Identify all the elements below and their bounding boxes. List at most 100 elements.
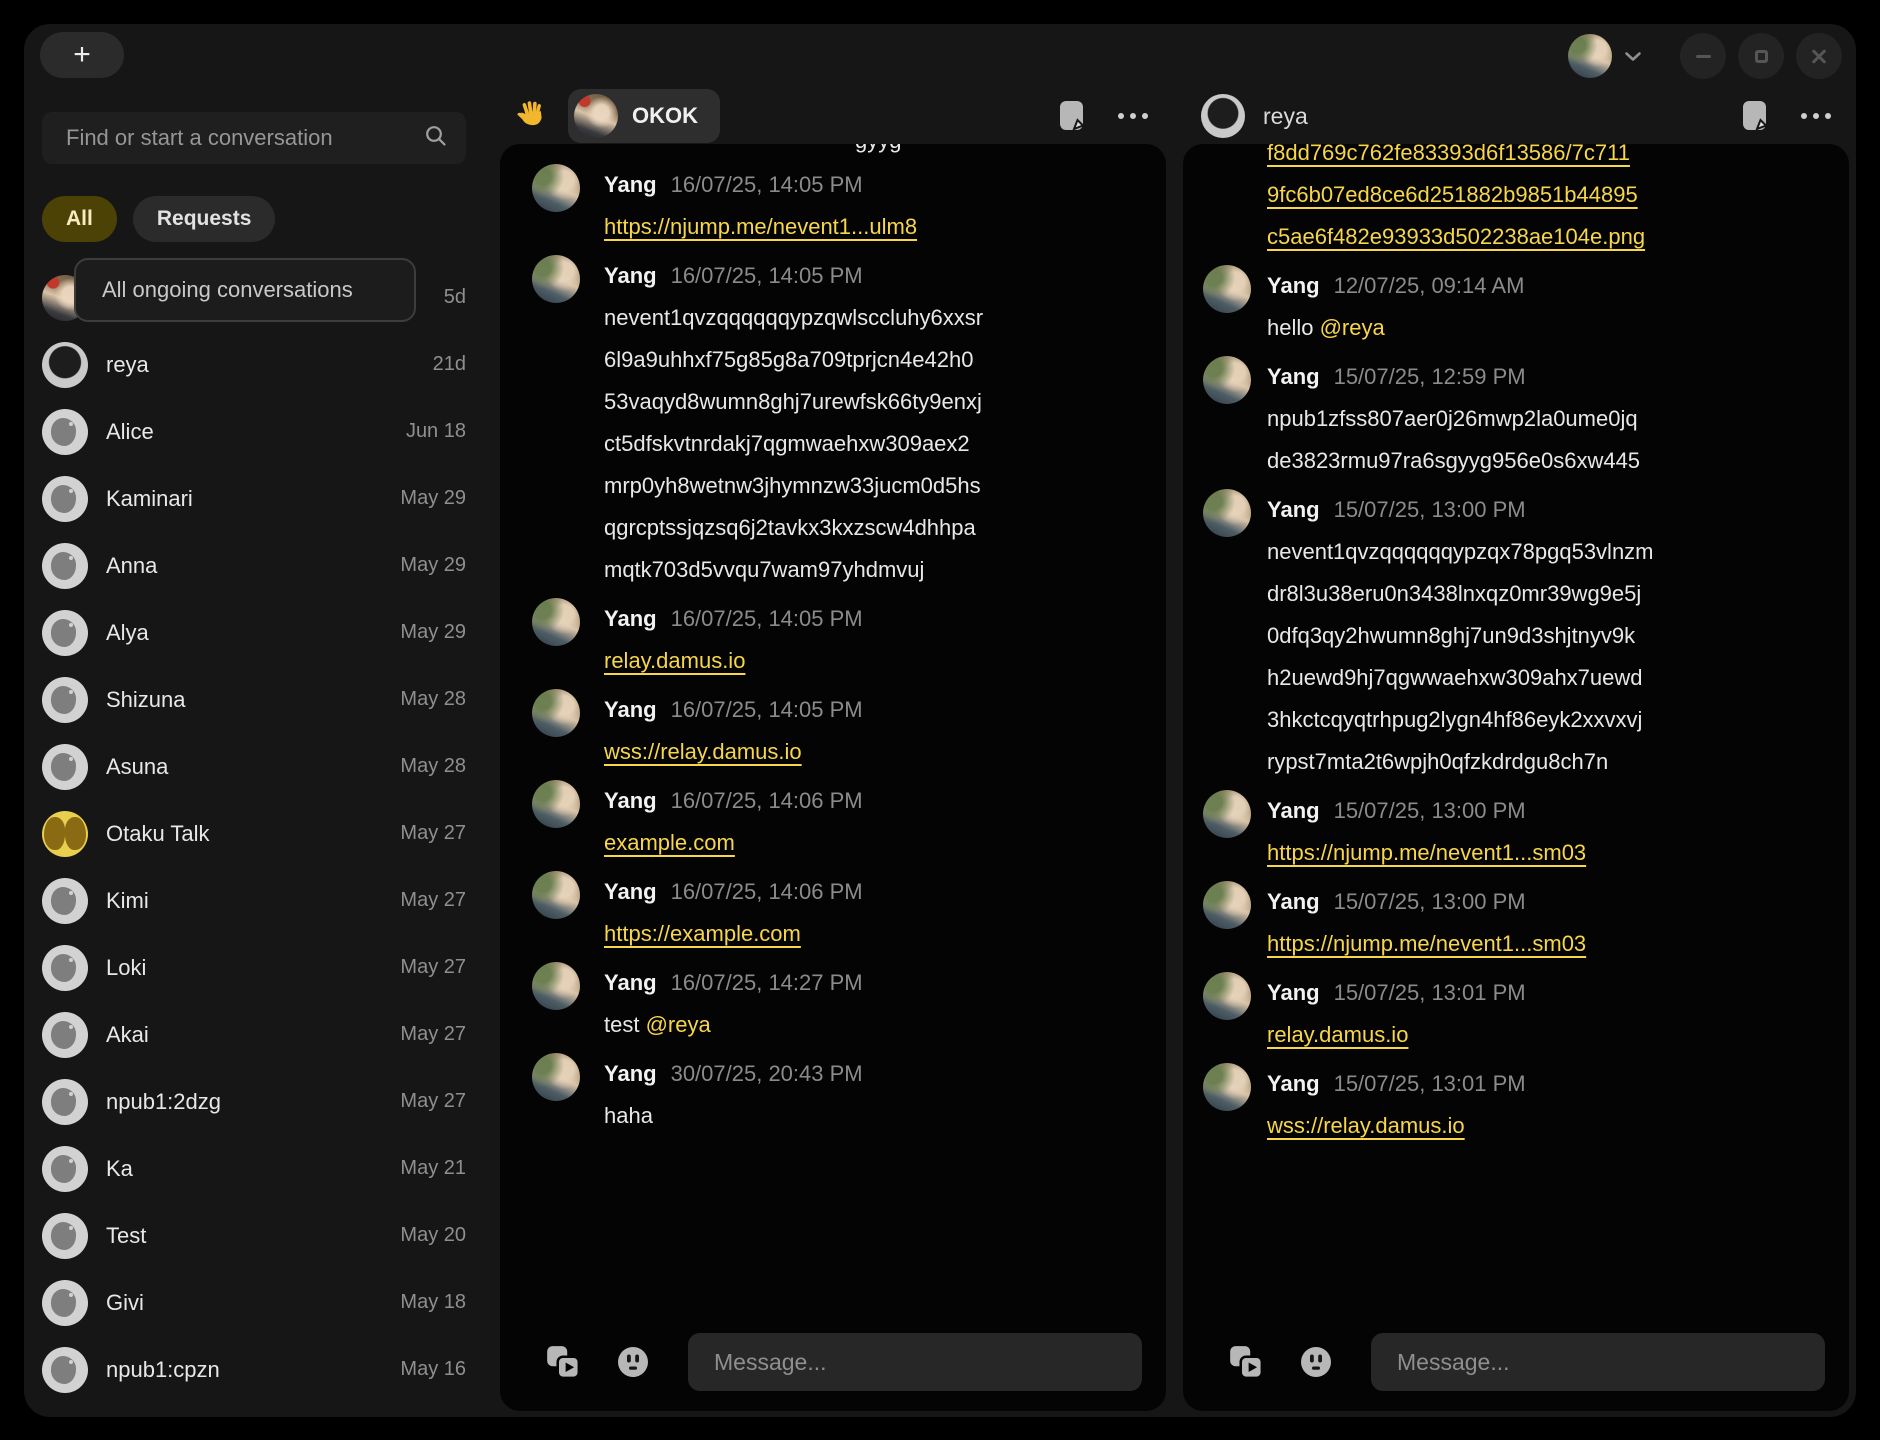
conversation-row-kimi[interactable]: KimiMay 27 <box>40 867 472 934</box>
attach-media-icon[interactable] <box>544 1343 582 1381</box>
message-timestamp: 16/07/25, 14:05 PM <box>671 697 863 722</box>
conversation-row-otaku-talk[interactable]: Otaku TalkMay 27 <box>40 800 472 867</box>
conversation-filters: All Requests <box>42 196 275 242</box>
conversation-row-npub1-cpzn[interactable]: npub1:cpznMay 16 <box>40 1336 472 1403</box>
chat-title-chip[interactable]: OKOK <box>568 89 720 143</box>
message: Yang16/07/25, 14:05 PMhttps://njump.me/n… <box>532 164 1144 248</box>
message-avatar[interactable] <box>1203 972 1251 1020</box>
message-avatar[interactable] <box>1203 356 1251 404</box>
message: Yang15/07/25, 13:01 PMrelay.damus.io <box>1203 972 1831 1056</box>
message-avatar[interactable] <box>532 598 580 646</box>
conversation-row-givi[interactable]: GiviMay 18 <box>40 1269 472 1336</box>
conversation-row-loki[interactable]: LokiMay 27 <box>40 934 472 1001</box>
conversation-row-akai[interactable]: AkaiMay 27 <box>40 1001 472 1068</box>
close-icon <box>1811 48 1827 64</box>
message-link[interactable]: https://njump.me/nevent1...sm03 <box>1267 931 1586 956</box>
new-conversation-button[interactable]: + <box>40 32 124 78</box>
mention-link[interactable]: @reya <box>1320 315 1385 340</box>
message-avatar[interactable] <box>532 780 580 828</box>
message-input[interactable] <box>1371 1333 1825 1391</box>
conversation-name: Givi <box>106 1290 400 1316</box>
message-timestamp: 16/07/25, 14:27 PM <box>671 970 863 995</box>
conversation-name: Alice <box>106 419 406 445</box>
mention-link[interactable]: @reya <box>646 1012 711 1037</box>
emoji-picker-icon[interactable] <box>616 1345 650 1379</box>
minimize-button[interactable] <box>1680 33 1726 79</box>
message-avatar[interactable] <box>1203 881 1251 929</box>
message-avatar[interactable] <box>1203 489 1251 537</box>
chat-header-reya: reya <box>1183 88 1849 144</box>
message-avatar[interactable] <box>532 164 580 212</box>
conversation-name: Alya <box>106 620 400 646</box>
more-options-button[interactable] <box>1801 113 1831 119</box>
filter-requests[interactable]: Requests <box>133 196 276 242</box>
conversation-avatar <box>42 878 88 924</box>
conversation-name: Kimi <box>106 888 400 914</box>
app-window: + All Requests 5dreya21dAliceJun 18Kamin… <box>24 24 1856 1417</box>
maximize-button[interactable] <box>1738 33 1784 79</box>
message-author: Yang <box>604 970 657 995</box>
conversation-avatar <box>42 1079 88 1125</box>
conversation-name: Akai <box>106 1022 400 1048</box>
tooltip-all-ongoing-conversations: All ongoing conversations <box>74 258 416 322</box>
conversation-row-shizuna[interactable]: ShizunaMay 28 <box>40 666 472 733</box>
message-link[interactable]: relay.damus.io <box>1267 1022 1408 1047</box>
more-options-button[interactable] <box>1118 113 1148 119</box>
note-compose-button[interactable] <box>1058 99 1088 133</box>
minimize-icon <box>1696 55 1711 58</box>
message-link[interactable]: wss://relay.damus.io <box>1267 1113 1465 1138</box>
conversation-avatar <box>42 677 88 723</box>
message-avatar[interactable] <box>532 871 580 919</box>
chevron-down-icon[interactable] <box>1624 50 1642 68</box>
message-link[interactable]: wss://relay.damus.io <box>604 739 802 764</box>
message-link[interactable]: f8dd769c762fe83393d6f13586/7c7119fc6b07e… <box>1267 144 1645 249</box>
conversation-row-npub1-2dzg[interactable]: npub1:2dzgMay 27 <box>40 1068 472 1135</box>
close-button[interactable] <box>1796 33 1842 79</box>
account-avatar[interactable] <box>1568 34 1612 78</box>
message-avatar[interactable] <box>532 962 580 1010</box>
emoji-picker-icon[interactable] <box>1299 1345 1333 1379</box>
message-avatar[interactable] <box>532 1053 580 1101</box>
conversation-row-ka[interactable]: KaMay 21 <box>40 1135 472 1202</box>
attach-media-icon[interactable] <box>1227 1343 1265 1381</box>
conversation-date: May 29 <box>400 621 470 644</box>
conversation-avatar <box>42 409 88 455</box>
search-input[interactable] <box>64 124 424 152</box>
conversation-row-alice[interactable]: AliceJun 18 <box>40 398 472 465</box>
conversation-row-asuna[interactable]: AsunaMay 28 <box>40 733 472 800</box>
message-timestamp: 16/07/25, 14:06 PM <box>671 879 863 904</box>
message-avatar[interactable] <box>1203 1063 1251 1111</box>
filter-all[interactable]: All <box>42 196 117 242</box>
message-input[interactable] <box>688 1333 1142 1391</box>
chat-title: reya <box>1263 103 1308 130</box>
chat-panel-reya: f8dd769c762fe83393d6f13586/7c7119fc6b07e… <box>1183 144 1849 1411</box>
message-author: Yang <box>604 788 657 813</box>
conversation-name: Shizuna <box>106 687 400 713</box>
conversation-list: 5dreya21dAliceJun 18KaminariMay 29AnnaMa… <box>40 264 472 1403</box>
chat-avatar[interactable] <box>1201 94 1245 138</box>
chat-panel-okok: gyygYang16/07/25, 14:05 PMhttps://njump.… <box>500 144 1166 1411</box>
conversation-date: May 28 <box>400 755 470 778</box>
message-link[interactable]: https://njump.me/nevent1...sm03 <box>1267 840 1586 865</box>
message-avatar[interactable] <box>532 255 580 303</box>
message-link[interactable]: example.com <box>604 830 735 855</box>
message-link[interactable]: https://njump.me/nevent1...ulm8 <box>604 214 917 239</box>
message-avatar[interactable] <box>1203 790 1251 838</box>
message-timestamp: 16/07/25, 14:06 PM <box>671 788 863 813</box>
message-avatar[interactable] <box>532 689 580 737</box>
conversation-row-kaminari[interactable]: KaminariMay 29 <box>40 465 472 532</box>
message-author: Yang <box>1267 1071 1320 1096</box>
search-icon <box>424 124 448 153</box>
conversation-avatar <box>42 744 88 790</box>
message-author: Yang <box>1267 798 1320 823</box>
note-compose-button[interactable] <box>1741 99 1771 133</box>
conversation-row-reya[interactable]: reya21d <box>40 331 472 398</box>
conversation-row-anna[interactable]: AnnaMay 29 <box>40 532 472 599</box>
conversation-name: npub1:2dzg <box>106 1089 400 1115</box>
conversation-row-alya[interactable]: AlyaMay 29 <box>40 599 472 666</box>
message-link[interactable]: relay.damus.io <box>604 648 745 673</box>
message-link[interactable]: https://example.com <box>604 921 801 946</box>
conversation-row-test[interactable]: TestMay 20 <box>40 1202 472 1269</box>
message-avatar[interactable] <box>1203 265 1251 313</box>
conversation-date: May 21 <box>400 1157 470 1180</box>
